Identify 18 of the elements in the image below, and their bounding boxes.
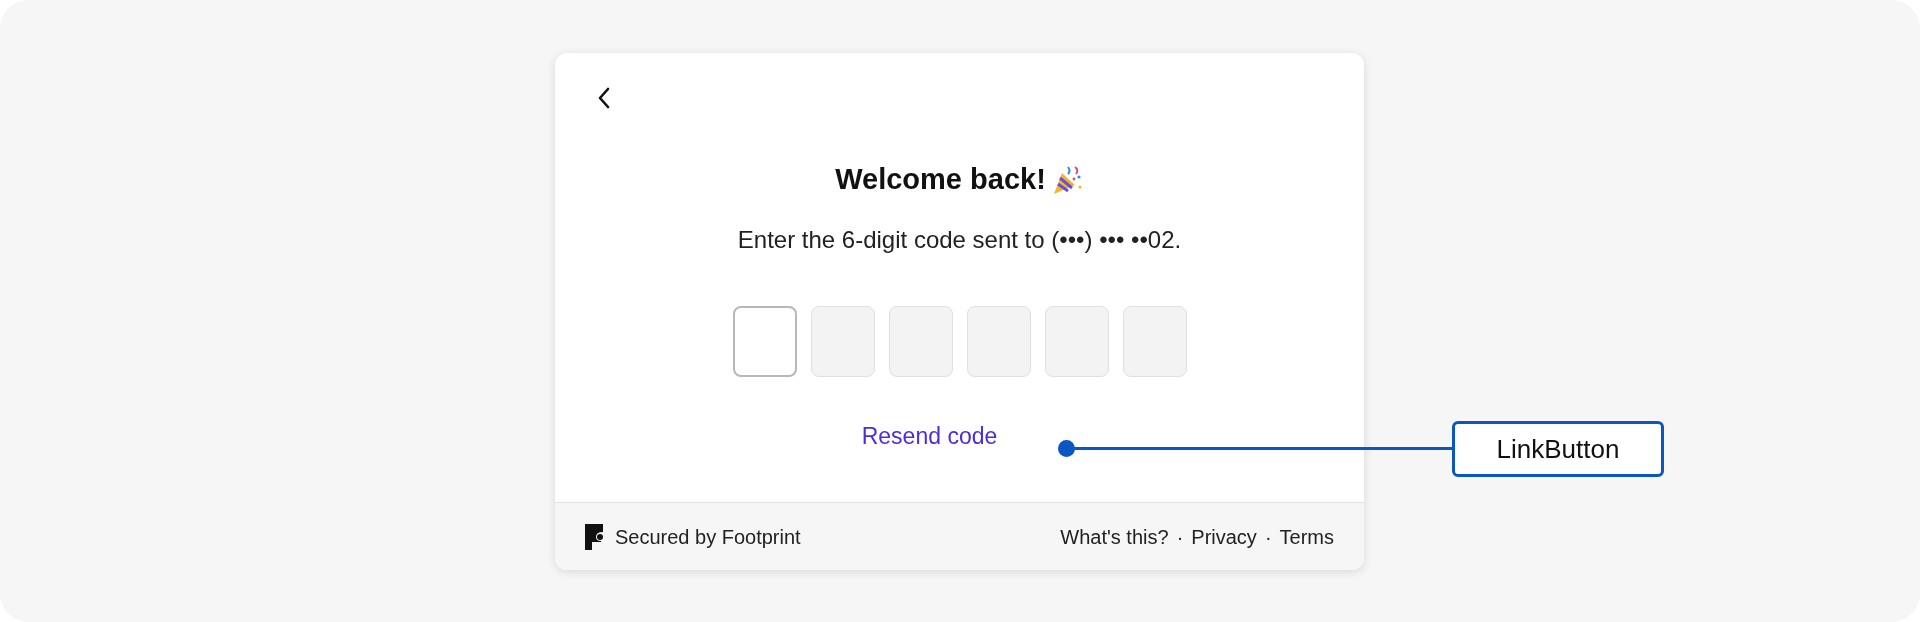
code-digit-field[interactable] bbox=[888, 305, 953, 377]
chevron-left-icon bbox=[597, 87, 611, 109]
code-digit-field[interactable] bbox=[966, 305, 1031, 377]
secured-by-text: Secured by Footprint bbox=[615, 524, 801, 550]
footer-link[interactable]: Privacy bbox=[1191, 521, 1257, 552]
code-digit-field[interactable] bbox=[1122, 305, 1187, 377]
separator-dot: · bbox=[1264, 524, 1272, 550]
code-digit-field[interactable] bbox=[732, 305, 797, 377]
footprint-logo-icon bbox=[585, 523, 603, 550]
footer-link[interactable]: Terms bbox=[1279, 521, 1334, 552]
code-digit-field[interactable] bbox=[810, 305, 875, 377]
annotation-label: LinkButton bbox=[1452, 421, 1664, 477]
resend-code-link[interactable]: Resend code bbox=[861, 418, 998, 453]
separator-dot: · bbox=[1176, 524, 1184, 550]
dialog-title: Welcome back! bbox=[835, 162, 1046, 197]
footer-link[interactable]: What's this? bbox=[1060, 521, 1169, 552]
instruction-text: Enter the 6-digit code sent to (•••) ••• ••02. bbox=[737, 224, 1182, 255]
code-digit-field[interactable] bbox=[1044, 305, 1109, 377]
